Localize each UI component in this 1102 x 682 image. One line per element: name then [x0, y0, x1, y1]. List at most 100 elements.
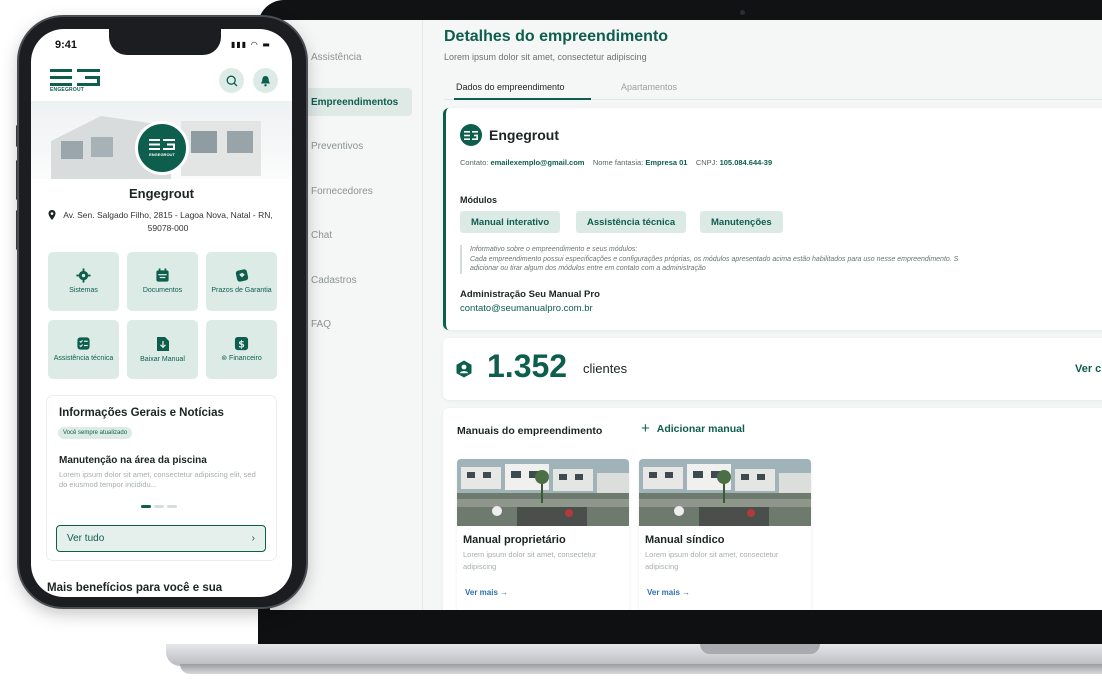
laptop-camera: [740, 10, 745, 15]
tile-label: ⊚ Financeiro: [221, 355, 262, 362]
cnpj-value: 105.084.644-39: [719, 158, 773, 167]
gear-icon: [76, 268, 91, 283]
add-manual-button[interactable]: + Adicionar manual: [641, 420, 745, 437]
arrow-right-icon: →: [682, 588, 691, 597]
tile-label: Prazos de Garantia: [211, 287, 272, 294]
contact-label: Contato:: [460, 158, 489, 167]
info-line-3: adicionar ou tirar algum dos módulos ent…: [470, 265, 706, 272]
company-logo-icon: [460, 124, 482, 146]
modules-info-note: Informativo sobre o empreendimento e seu…: [460, 245, 1102, 274]
tab-bar: Dados do empreendimento Apartamentos: [444, 76, 1102, 100]
carousel-dot[interactable]: [167, 505, 177, 508]
info-line-2: Cada empreendimento possui especificaçõe…: [470, 255, 959, 263]
tile-label: Documentos: [142, 287, 183, 294]
admin-title: Administração Seu Manual Pro: [460, 289, 600, 300]
tile-financeiro[interactable]: $ ⊚ Financeiro: [206, 320, 277, 379]
bell-icon: [261, 75, 270, 86]
download-icon: [156, 336, 169, 351]
clients-card: 1.352 clientes Ver c: [443, 338, 1102, 400]
calendar-icon: [156, 268, 169, 282]
sidebar-item-preventivos[interactable]: Preventivos: [304, 132, 412, 160]
notifications-button[interactable]: [253, 68, 278, 93]
tile-documentos[interactable]: Documentos: [127, 252, 198, 311]
manual-see-more-link[interactable]: Ver mais →: [465, 588, 508, 597]
see-more-label: Ver mais: [647, 588, 680, 597]
manual-card-proprietario[interactable]: Manual proprietário Lorem ipsum dolor si…: [457, 459, 629, 610]
svg-text:$: $: [238, 339, 245, 350]
carousel-dot[interactable]: [154, 505, 164, 508]
tile-assistencia-tecnica[interactable]: Assistência técnica: [48, 320, 119, 379]
arrow-right-icon: →: [500, 588, 509, 597]
checklist-icon: [77, 337, 90, 350]
details-card: Engegrout Contato: emailexemplo@gmail.co…: [443, 108, 1102, 330]
laptop-base: [166, 644, 1102, 666]
see-more-label: Ver mais: [465, 588, 498, 597]
tile-baixar-manual[interactable]: Baixar Manual: [127, 320, 198, 379]
tab-apartamentos[interactable]: Apartamentos: [621, 82, 677, 92]
module-chip-manual[interactable]: Manual interativo: [460, 211, 561, 233]
see-all-button[interactable]: Ver tudo ›: [56, 525, 266, 552]
building-photo-icon: [639, 459, 811, 526]
location-pin-icon: [48, 210, 56, 220]
eg-mark-icon: [149, 139, 175, 150]
mobile-address: Av. Sen. Salgado Filho, 2815 - Lagoa Nov…: [63, 210, 273, 233]
carousel-dots[interactable]: [141, 505, 177, 508]
view-clients-link[interactable]: Ver c: [1075, 363, 1101, 375]
page-title: Detalhes do empreendimento: [444, 28, 669, 45]
sidebar-item-empreendimentos[interactable]: Empreendimentos: [304, 88, 412, 116]
active-tab-indicator: [454, 98, 591, 100]
tile-label: Baixar Manual: [140, 355, 185, 363]
laptop-opening-notch: [700, 644, 820, 654]
building-photo-icon: [457, 459, 629, 526]
clients-label: clientes: [583, 361, 628, 376]
status-time: 9:41: [55, 39, 78, 51]
sidebar-item-faq[interactable]: FAQ: [304, 310, 412, 338]
cnpj-label: CNPJ:: [695, 158, 718, 167]
module-chip-assistencia[interactable]: Assistência técnica: [576, 211, 687, 233]
tile-sistemas[interactable]: Sistemas: [48, 252, 119, 311]
eg-mark-icon: [464, 130, 478, 140]
company-meta: Contato: emailexemplo@gmail.com Nome fan…: [460, 158, 772, 167]
plus-icon: +: [641, 420, 650, 437]
more-benefits-heading: Mais benefícios para você e sua: [47, 582, 223, 594]
manual-description: Lorem ipsum dolor sit amet, consectetur …: [645, 550, 779, 571]
mobile-company-name: Engegrout: [129, 186, 194, 201]
sidebar-item-assistencia[interactable]: Assistência: [304, 43, 412, 71]
phone-screen: 9:41 ▮▮▮ ◠ ▬ ENGEGROUT ENGEGROUT Engegro…: [31, 29, 292, 597]
search-button[interactable]: [219, 68, 244, 93]
manuals-title: Manuais do empreendimento: [457, 425, 603, 437]
device-mockup-stage: Assistência Empreendimentos Preventivos …: [0, 0, 1102, 682]
brand-wordmark: ENGEGROUT: [50, 87, 85, 93]
sidebar-item-cadastros[interactable]: Cadastros: [304, 266, 412, 294]
laptop-bezel-bottom: [258, 610, 1102, 646]
manual-card-sindico[interactable]: Manual síndico Lorem ipsum dolor sit ame…: [639, 459, 811, 610]
clients-hex-icon: [456, 360, 472, 378]
news-headline[interactable]: Manutenção na área da piscina: [59, 455, 207, 466]
news-section-title: Informações Gerais e Notícias: [59, 407, 224, 419]
manual-see-more-link[interactable]: Ver mais →: [647, 588, 690, 597]
manuals-card: Manuais do empreendimento + Adicionar ma…: [443, 408, 1102, 610]
admin-email-link[interactable]: contato@seumanualpro.com.br: [460, 303, 593, 314]
news-badge: Você sempre atualizado: [58, 427, 133, 439]
sidebar-item-chat[interactable]: Chat: [304, 221, 412, 249]
company-name: Engegrout: [489, 127, 559, 143]
laptop-base-shadow: [180, 664, 1102, 674]
company-logo-badge: ENGEGROUT: [135, 121, 189, 175]
carousel-dot-active[interactable]: [141, 505, 151, 508]
news-card: Informações Gerais e Notícias Você sempr…: [47, 396, 276, 560]
info-line-1: Informativo sobre o empreendimento e seu…: [470, 246, 638, 253]
chevron-right-icon: ›: [251, 533, 255, 544]
tab-dados[interactable]: Dados do empreendimento: [456, 82, 565, 92]
news-body: Lorem ipsum dolor sit amet, consectetur …: [59, 470, 256, 489]
manual-name: Manual síndico: [645, 534, 725, 546]
tile-prazos-garantia[interactable]: Prazos de Garantia: [206, 252, 277, 311]
badge-wordmark: ENGEGROUT: [149, 152, 175, 157]
module-chip-manutencoes[interactable]: Manutenções: [700, 211, 783, 233]
sidebar-item-fornecedores[interactable]: Fornecedores: [304, 177, 412, 205]
warranty-icon: [235, 269, 248, 282]
status-icons: ▮▮▮ ◠ ▬: [231, 40, 271, 49]
manual-description: Lorem ipsum dolor sit amet, consectetur …: [463, 550, 597, 571]
fantasy-value: Empresa 01: [645, 158, 688, 167]
tile-label: Assistência técnica: [53, 355, 114, 362]
contact-value: emailexemplo@gmail.com: [490, 158, 585, 167]
